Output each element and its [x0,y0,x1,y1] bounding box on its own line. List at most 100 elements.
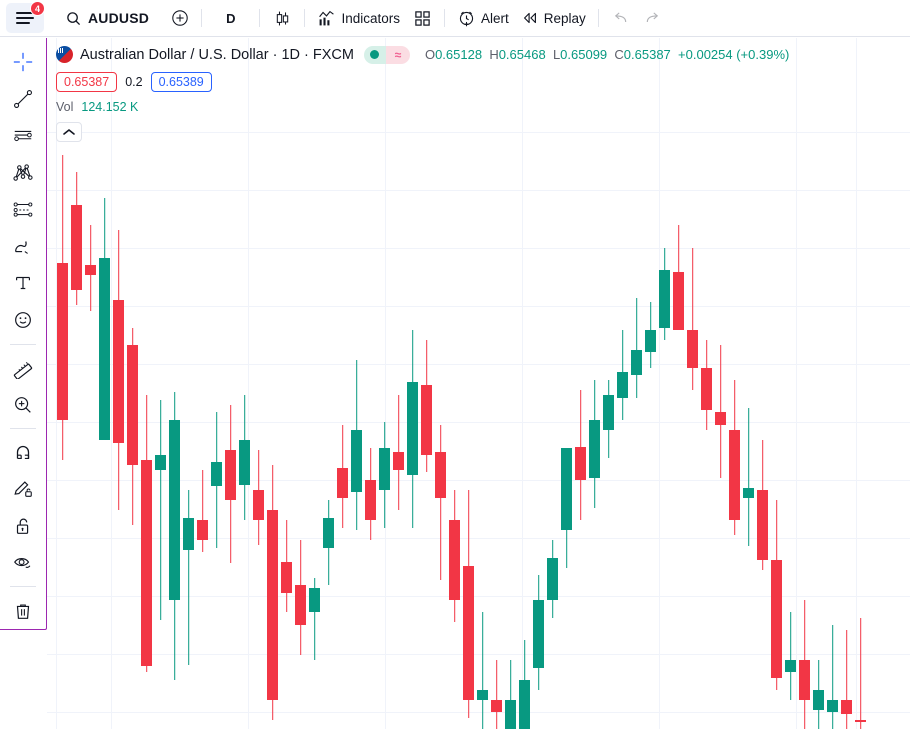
delayed-data-icon: ≈ [385,45,410,64]
replay-button[interactable]: Replay [515,3,592,33]
candle-body [505,700,516,729]
chart-type-button[interactable] [266,3,298,33]
text-icon [15,277,31,290]
lock-icon [16,518,29,535]
alert-button[interactable]: Alert [451,3,515,33]
candle-wick [859,618,862,729]
layouts-button[interactable] [406,3,438,33]
lock-drawings-tool[interactable] [6,513,40,540]
emoji-tool[interactable] [6,307,40,334]
candle-body [533,600,544,668]
candle-body [785,660,796,672]
fib-projection-icon [13,202,33,217]
candle-body [365,480,376,520]
candle-body [449,520,460,600]
candle-body [631,350,642,375]
candle-body [715,412,726,425]
remove-drawings-tool[interactable] [6,597,40,624]
candle-wick [439,425,442,580]
candle-wick [789,612,792,700]
toolbar-divider [201,9,203,27]
candle-body [85,265,96,275]
trash-icon [16,604,30,619]
measure-tool[interactable] [6,355,40,382]
main-menu-button[interactable]: 4 [6,1,45,33]
candle-body [267,510,278,700]
candle-body [743,488,754,498]
candle-body [155,455,166,470]
search-icon [67,11,81,25]
toolbar-divider [444,9,446,27]
candle-wick [747,408,750,546]
interval-button[interactable]: D [208,3,253,33]
candle-body [729,430,740,520]
market-open-dot-icon [363,45,386,64]
candle-body [323,518,334,548]
candlestick [813,38,824,729]
candle-body [463,566,474,700]
ruler-icon [13,362,33,379]
replay-icon [523,12,536,24]
crosshair-tool[interactable] [6,49,40,76]
eye-hidden-icon [14,558,31,568]
brush-tool[interactable] [6,233,40,260]
ohlc-close-value: 0.65387 [623,47,671,62]
undo-icon [615,11,627,22]
crosshair-icon [13,53,33,72]
interval-label: D [226,10,236,26]
candle-body [603,395,614,430]
candle-body [197,520,208,540]
candlestick [855,38,866,729]
fib-projection-tool[interactable] [6,196,40,223]
magnet-icon [16,446,30,460]
candle-body [519,680,530,729]
magnet-tool[interactable] [6,439,40,466]
grid-layout-icon [414,10,430,26]
indicators-label: Indicators [341,10,401,26]
hide-drawings-tool[interactable] [6,550,40,577]
ohlc-open-value: 0.65128 [435,47,483,62]
toolbar-separator [10,428,36,430]
candle-body [57,263,68,420]
ohlc-high-label: H [489,47,499,62]
plus-circle-icon [172,10,188,26]
ohlc-open-label: O [424,47,436,62]
drawing-mode-lock-tool[interactable] [6,476,40,503]
candle-body [309,588,320,612]
toolbar-separator [10,586,36,588]
undo-button[interactable] [605,3,637,33]
replay-label: Replay [543,10,586,26]
chevron-up-icon [63,129,75,135]
candle-body [169,420,180,600]
trend-line-tool[interactable] [6,86,40,113]
candle-body [477,690,488,700]
symbol-search-button[interactable]: AUDUSD [58,3,157,33]
market-status-pill[interactable]: ≈ [363,45,410,64]
menu-notification-badge: 4 [30,1,45,16]
candle-wick [481,612,484,729]
top-toolbar: 4 AUDUSD D Indicators Alert Replay [0,0,910,37]
candle-body [855,720,866,722]
candle-wick [635,298,638,398]
horizontal-lines-tool[interactable] [6,123,40,150]
collapse-legend-button[interactable] [56,122,82,142]
volume-value: 124.152 K [81,100,139,114]
candle-wick [495,660,498,729]
redo-button[interactable] [637,3,669,33]
candle-wick [845,630,848,729]
trend-line-icon [14,90,32,109]
toolbar-divider [304,9,306,27]
chart-canvas[interactable]: Australian Dollar / U.S. Dollar · 1D · F… [47,38,910,729]
price-box-red[interactable]: 0.65387 [56,72,118,92]
candle-body [799,660,810,700]
text-tool[interactable] [6,270,40,297]
candle-body [561,448,572,530]
indicators-button[interactable]: Indicators [311,3,406,33]
add-symbol-button[interactable] [165,3,195,33]
pattern-tool[interactable] [6,160,40,187]
price-box-blue[interactable]: 0.65389 [150,72,212,92]
candle-body [589,420,600,478]
zoom-tool[interactable] [6,391,40,418]
candle-body [757,490,768,560]
legend-mid-value: 0.2 [125,75,143,89]
